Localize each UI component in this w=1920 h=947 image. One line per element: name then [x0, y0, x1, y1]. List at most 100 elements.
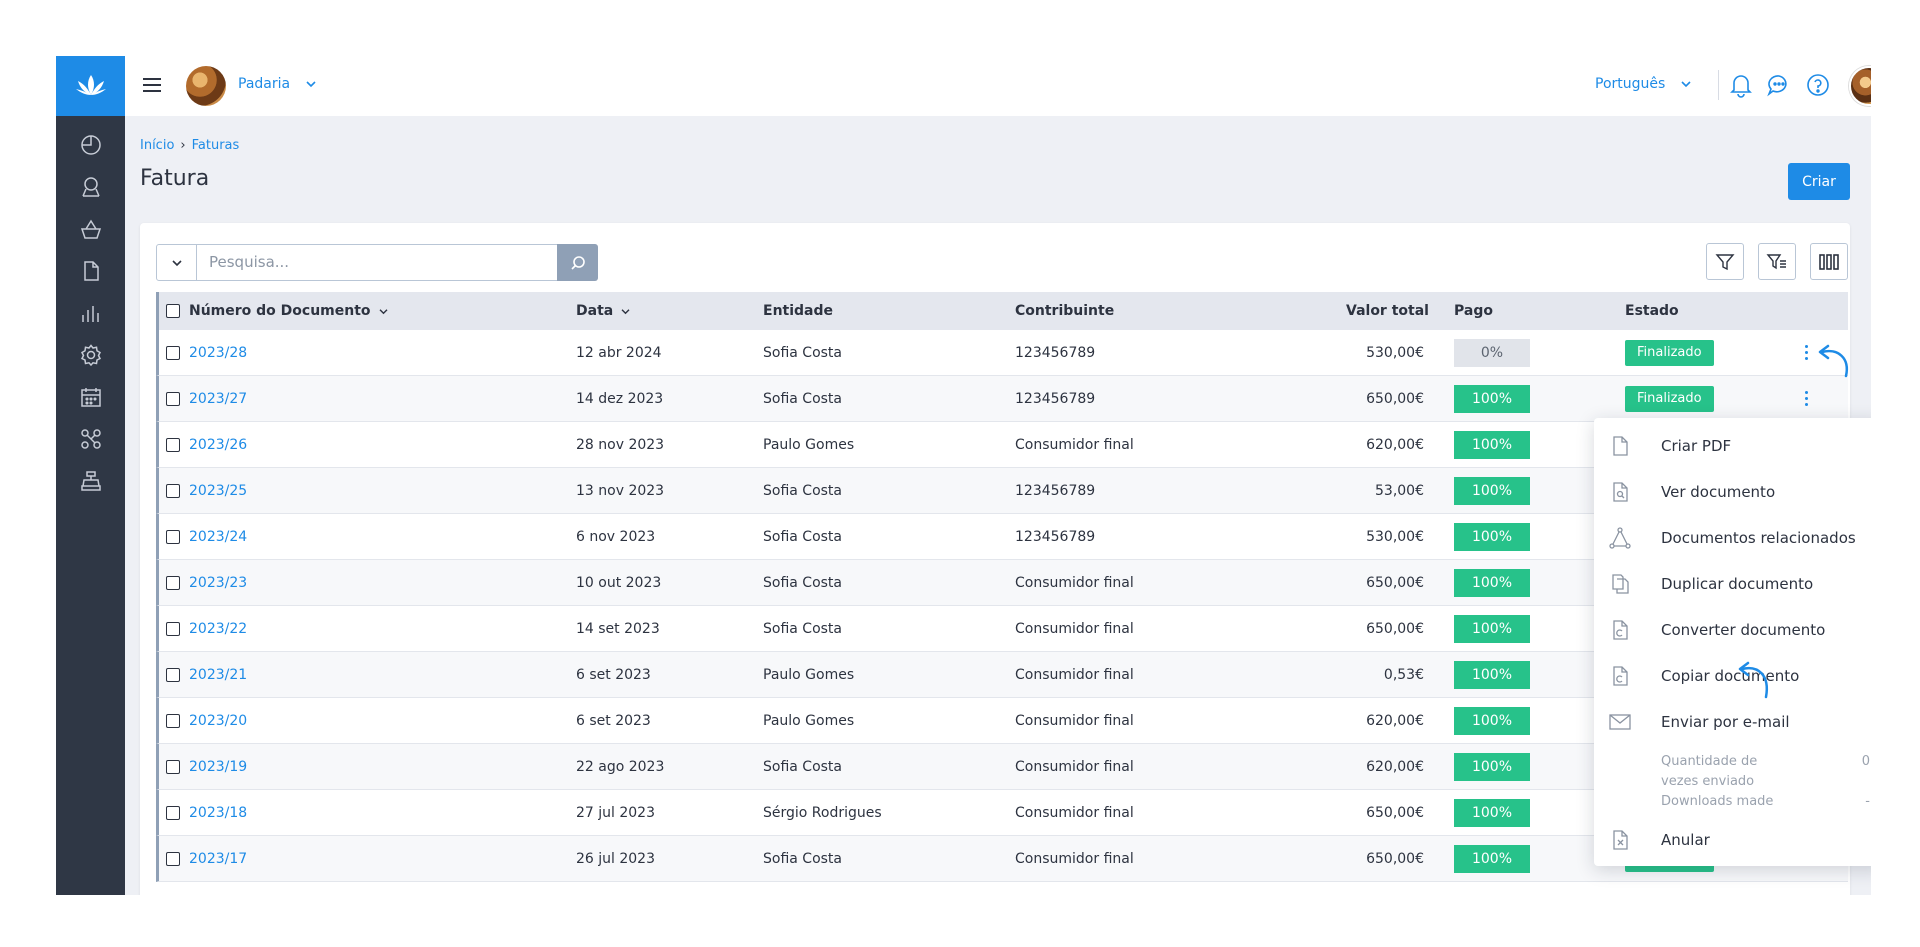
- row-checkbox[interactable]: [166, 345, 180, 360]
- language-selector[interactable]: Português: [1595, 76, 1665, 92]
- row-checkbox[interactable]: [166, 759, 180, 774]
- paid-progress-bar: 100%: [1454, 752, 1530, 781]
- paid-progress-bar: 100%: [1454, 522, 1530, 551]
- filter-list-icon: [1766, 253, 1786, 269]
- table-row[interactable]: 2023/28 12 abr 2024 Sofia Costa 123456789 53…: [156, 330, 1848, 376]
- contacts-icon[interactable]: [78, 174, 104, 200]
- menu-item-related-documents[interactable]: Documentos relacionados: [1594, 518, 1871, 558]
- row-checkbox[interactable]: [166, 575, 180, 590]
- sidebar: [56, 56, 125, 895]
- select-all-checkbox[interactable]: [166, 304, 180, 318]
- columns-button[interactable]: [1810, 243, 1848, 280]
- document-number-link[interactable]: 2023/20: [189, 698, 247, 743]
- column-header-date[interactable]: Data: [576, 292, 631, 330]
- row-checkbox[interactable]: [166, 713, 180, 728]
- documents-icon[interactable]: [78, 258, 104, 284]
- user-avatar[interactable]: [1849, 66, 1871, 106]
- column-header-total[interactable]: Valor total: [1346, 292, 1429, 330]
- cash-register-icon[interactable]: [78, 468, 104, 494]
- document-number-link[interactable]: 2023/24: [189, 514, 247, 559]
- breadcrumb-home[interactable]: Início: [140, 138, 174, 153]
- column-header-number[interactable]: Número do Documento: [189, 292, 389, 330]
- row-checkbox[interactable]: [166, 667, 180, 682]
- menu-item-convert-document[interactable]: Converter documento: [1594, 610, 1871, 650]
- company-name[interactable]: Padaria: [238, 76, 290, 92]
- row-checkbox[interactable]: [166, 805, 180, 820]
- copy-file-icon: [1613, 666, 1628, 686]
- document-number-link[interactable]: 2023/17: [189, 836, 247, 881]
- basket-icon[interactable]: [78, 216, 104, 242]
- menu-item-create-pdf[interactable]: Criar PDF: [1594, 426, 1871, 466]
- integrations-icon[interactable]: [78, 426, 104, 452]
- advanced-filter-button[interactable]: [1758, 243, 1796, 280]
- document-number-link[interactable]: 2023/21: [189, 652, 247, 697]
- row-checkbox[interactable]: [166, 529, 180, 544]
- chat-icon[interactable]: [1766, 72, 1792, 98]
- row-actions-icon[interactable]: [1801, 391, 1811, 406]
- document-number-link[interactable]: 2023/22: [189, 606, 247, 651]
- duplicate-icon: [1612, 574, 1629, 594]
- dashboard-icon[interactable]: [78, 132, 104, 158]
- search-bar: [156, 244, 598, 281]
- taxpayer-cell: Consumidor final: [1015, 436, 1134, 453]
- menu-item-send-email[interactable]: Enviar por e-mail: [1594, 702, 1871, 742]
- menu-item-cancel-document[interactable]: Anular: [1594, 820, 1871, 860]
- column-header-status[interactable]: Estado: [1625, 292, 1679, 330]
- calendar-icon[interactable]: [78, 384, 104, 410]
- lotus-logo-icon: [75, 75, 106, 95]
- document-number-link[interactable]: 2023/18: [189, 790, 247, 835]
- taxpayer-cell: 123456789: [1015, 482, 1096, 499]
- sort-chevron-icon[interactable]: [378, 308, 389, 315]
- paid-progress-bar: 0%: [1454, 338, 1530, 367]
- document-number-link[interactable]: 2023/28: [189, 330, 247, 375]
- paid-progress-bar: 100%: [1454, 384, 1530, 413]
- mail-icon: [1609, 714, 1631, 730]
- menu-item-duplicate-document[interactable]: Duplicar documento: [1594, 564, 1871, 604]
- taxpayer-cell: 123456789: [1015, 390, 1096, 407]
- column-header-paid[interactable]: Pago: [1454, 292, 1493, 330]
- column-header-taxpayer[interactable]: Contribuinte: [1015, 292, 1114, 330]
- entity-cell: Sofia Costa: [763, 620, 843, 637]
- search-field-dropdown[interactable]: [157, 245, 197, 280]
- entity-cell: Sofia Costa: [763, 758, 843, 775]
- taxpayer-cell: Consumidor final: [1015, 804, 1134, 821]
- table-row[interactable]: 2023/27 14 dez 2023 Sofia Costa 123456789 65…: [156, 376, 1848, 422]
- row-checkbox[interactable]: [166, 621, 180, 636]
- row-actions-icon[interactable]: [1801, 345, 1811, 360]
- table-header: Número do Documento Data Entidade Contri…: [156, 292, 1848, 330]
- row-checkbox[interactable]: [166, 851, 180, 866]
- column-header-entity[interactable]: Entidade: [763, 292, 833, 330]
- menu-toggle-icon[interactable]: [141, 76, 163, 94]
- document-number-link[interactable]: 2023/23: [189, 560, 247, 605]
- company-avatar[interactable]: [186, 66, 226, 106]
- bell-icon[interactable]: [1728, 72, 1754, 98]
- row-checkbox[interactable]: [166, 483, 180, 498]
- menu-item-copy-document[interactable]: Copiar documento: [1594, 656, 1871, 696]
- filter-button[interactable]: [1706, 243, 1744, 280]
- status-badge: Finalizado: [1625, 339, 1714, 366]
- breadcrumb-current[interactable]: Faturas: [192, 138, 240, 153]
- entity-cell: Sofia Costa: [763, 850, 843, 867]
- date-cell: 6 nov 2023: [576, 528, 656, 545]
- sort-chevron-icon[interactable]: [620, 308, 631, 315]
- logo[interactable]: [56, 56, 125, 116]
- menu-item-view-document[interactable]: Ver documento: [1594, 472, 1871, 512]
- search-input[interactable]: [209, 253, 509, 271]
- entity-cell: Sofia Costa: [763, 528, 843, 545]
- date-cell: 12 abr 2024: [576, 344, 662, 361]
- create-button[interactable]: Criar: [1788, 163, 1850, 200]
- document-number-link[interactable]: 2023/25: [189, 468, 247, 513]
- chevron-down-icon[interactable]: [305, 80, 317, 88]
- document-number-link[interactable]: 2023/27: [189, 376, 247, 421]
- search-button[interactable]: [557, 244, 598, 281]
- row-checkbox[interactable]: [166, 391, 180, 406]
- settings-icon[interactable]: [78, 342, 104, 368]
- document-number-link[interactable]: 2023/26: [189, 422, 247, 467]
- chevron-down-icon[interactable]: [1680, 80, 1692, 88]
- row-checkbox[interactable]: [166, 437, 180, 452]
- help-icon[interactable]: [1805, 72, 1831, 98]
- paid-progress-bar: 100%: [1454, 844, 1530, 873]
- document-number-link[interactable]: 2023/19: [189, 744, 247, 789]
- reports-icon[interactable]: [78, 300, 104, 326]
- taxpayer-cell: Consumidor final: [1015, 574, 1134, 591]
